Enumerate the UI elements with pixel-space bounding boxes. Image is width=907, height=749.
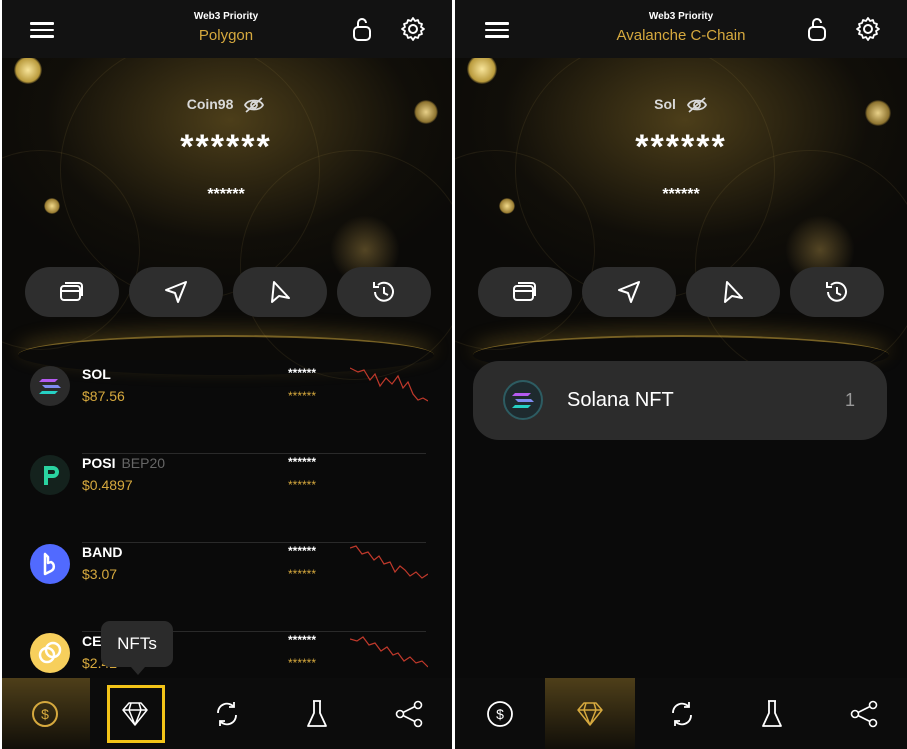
nav-share[interactable] [819,678,907,749]
sub-balance: ****** [207,186,245,203]
cards-icon [60,282,83,301]
cards-button[interactable] [478,267,572,317]
priority-label: Web3 Priority [193,11,259,22]
diamond-icon [577,701,603,726]
flask-icon [307,699,327,727]
token-row[interactable]: POSI BEP20 $0.4897 ****** ****** [30,455,426,543]
token-symbol: POSI BEP20 [82,455,165,471]
nfts-tooltip: NFTs [101,621,173,675]
history-icon [826,281,847,302]
token-row[interactable]: BAND $3.07 ****** ****** [30,544,428,632]
token-symbol-text: POSI [82,455,116,471]
history-button[interactable] [790,267,884,317]
sparkline [350,367,428,402]
wallet-name-label: Coin98 [186,96,234,112]
celo-token-icon [30,633,70,673]
nav-swap[interactable] [637,678,727,749]
bottom-nav: $ [455,678,907,749]
token-value: ****** [288,389,317,403]
token-row[interactable]: SOL $87.56 ****** ****** [30,366,428,454]
token-symbol: CE [82,633,102,649]
token-price: $87.56 [82,388,125,404]
token-price: $0.4897 [82,477,133,493]
sparkline [350,636,428,668]
network-name[interactable]: Avalanche C-Chain [455,27,907,44]
nft-count: 1 [844,390,855,410]
posi-token-icon [30,455,70,495]
share-icon [395,700,423,727]
solana-nft-icon [503,380,543,420]
nav-tokens[interactable]: $ [0,678,90,749]
dollar-icon: $ [32,700,58,727]
token-value: ****** [288,567,317,581]
nfts-highlight-box [107,685,165,743]
eye-off-icon[interactable] [686,96,708,114]
token-value: ****** [288,656,317,670]
nav-share[interactable] [364,678,452,749]
wallet-name-label: Sol [654,96,676,112]
dollar-icon: $ [487,700,513,727]
token-amount: ****** [288,366,317,380]
token-symbol: SOL [82,366,111,382]
cards-button[interactable] [25,267,119,317]
receive-button[interactable] [686,267,780,317]
eye-off-icon[interactable] [243,96,265,114]
network-name[interactable]: Polygon [0,27,452,44]
svg-text:$: $ [496,706,504,722]
wallet-name: Sol [455,96,907,114]
nav-labs[interactable] [272,678,362,749]
receive-button[interactable] [233,267,327,317]
token-price: $3.07 [82,566,118,582]
history-icon [373,281,394,302]
swap-icon [672,701,692,726]
token-network: BEP20 [121,455,166,471]
sparkline [350,545,428,579]
total-balance: ****** [180,128,272,166]
nav-tokens[interactable]: $ [455,678,545,749]
receive-icon [271,281,290,303]
receive-icon [724,281,743,303]
sub-balance: ****** [662,186,700,203]
share-icon [850,700,878,727]
bottom-nav: $ [0,678,452,749]
wallet-screen-nfts: Web3 Priority Avalanche C-Chain Sol ****… [455,0,907,749]
nav-nfts[interactable] [545,678,635,749]
gear-icon[interactable] [400,16,426,42]
send-icon [618,281,640,303]
priority-label: Web3 Priority [648,11,714,22]
gear-icon[interactable] [855,16,881,42]
svg-text:$: $ [41,706,49,722]
band-token-icon [30,544,70,584]
sol-token-icon [30,366,70,406]
lock-icon[interactable] [805,16,829,42]
total-balance: ****** [635,128,727,166]
swap-icon [217,701,237,726]
send-button[interactable] [582,267,676,317]
send-button[interactable] [129,267,223,317]
lock-icon[interactable] [350,16,374,42]
nav-labs[interactable] [727,678,817,749]
nft-collection-card[interactable]: Solana NFT 1 [473,361,887,440]
top-bar: Web3 Priority Avalanche C-Chain [455,0,907,58]
token-symbol: BAND [82,544,123,560]
wallet-screen-tokens: Web3 Priority Polygon Coin98 ****** ****… [0,0,452,749]
wallet-name: Coin98 [0,96,452,114]
edge-strip [0,0,2,749]
token-amount: ****** [288,633,317,647]
nft-collection-name: Solana NFT [567,389,674,411]
cards-icon [513,282,536,301]
token-amount: ****** [288,544,317,558]
history-button[interactable] [337,267,431,317]
token-amount: ****** [288,455,317,469]
flask-icon [762,699,782,727]
nav-swap[interactable] [182,678,272,749]
top-bar: Web3 Priority Polygon [0,0,452,58]
token-value: ****** [288,478,317,492]
send-icon [165,281,187,303]
